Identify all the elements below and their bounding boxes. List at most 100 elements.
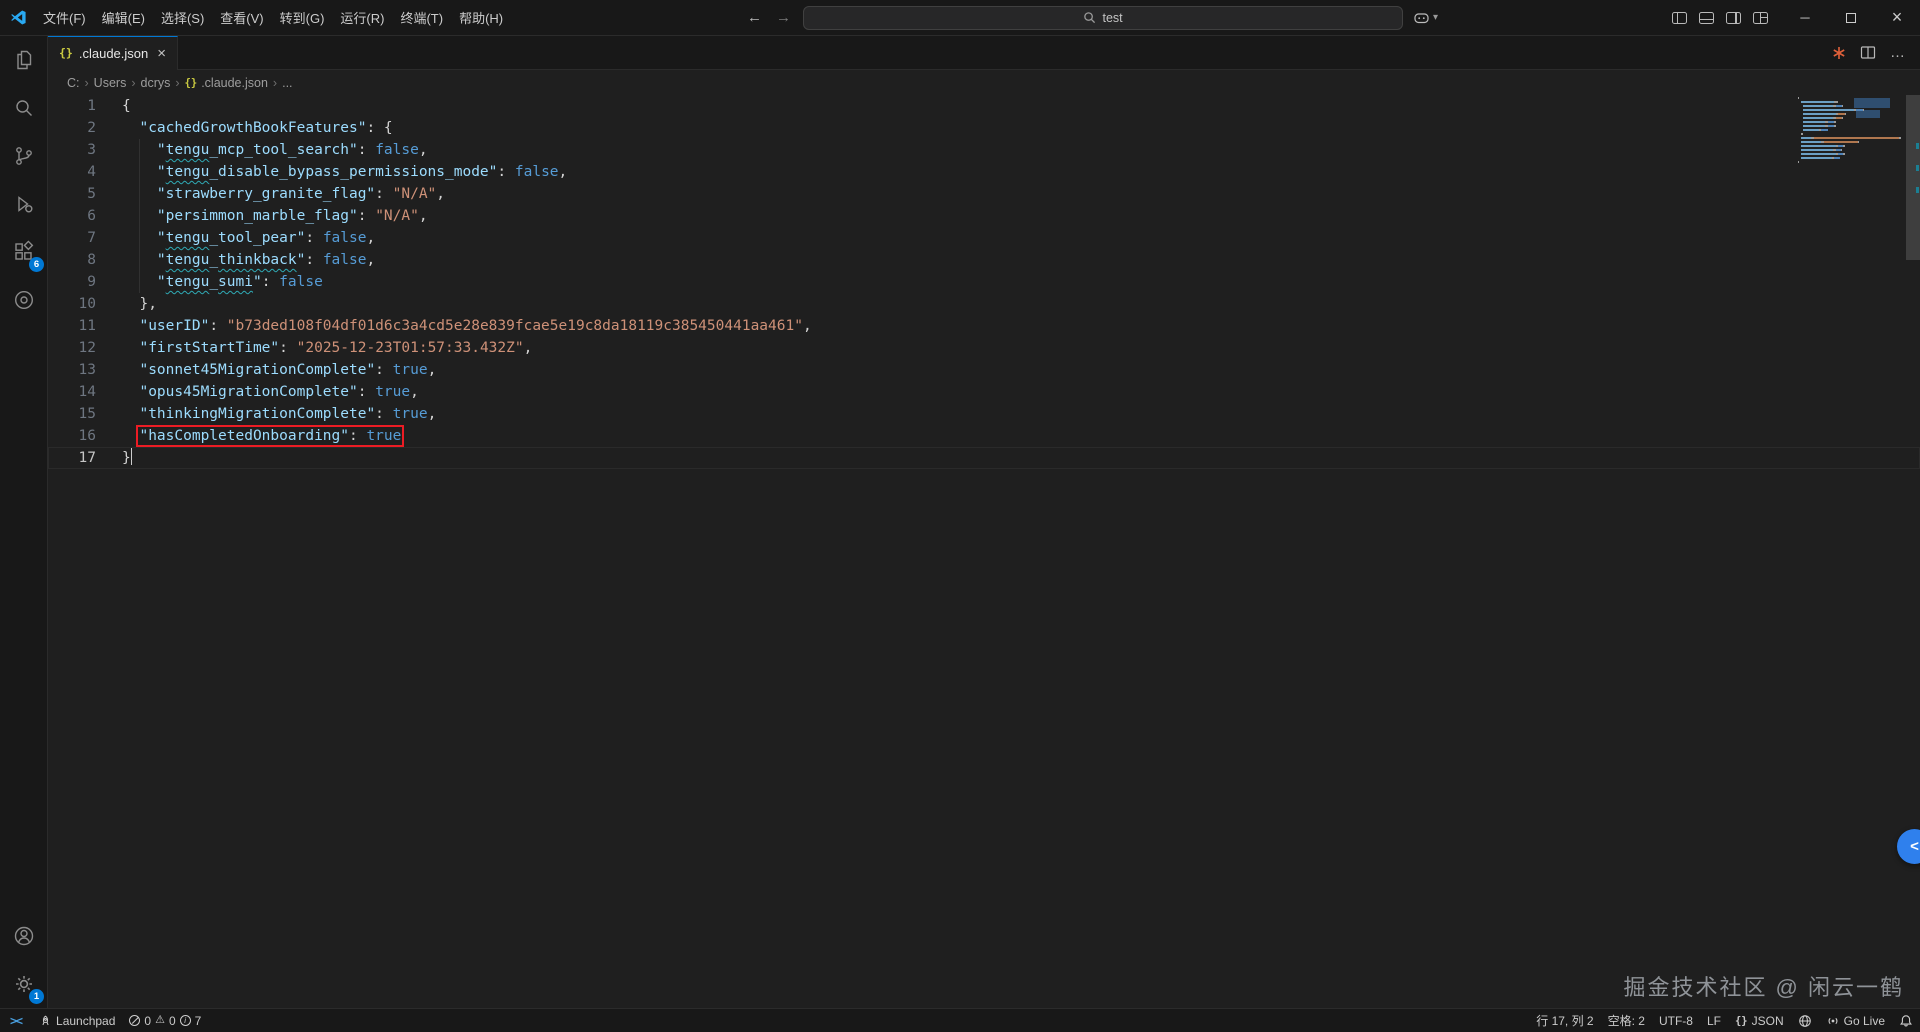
breadcrumb-item-1[interactable]: Users [94,76,127,90]
warnings-icon: ⚠ [155,1015,165,1026]
code-text: "persimmon_marble_flag": "N/A", [96,205,428,227]
menu-item-6[interactable]: 终端(T) [392,0,451,36]
toggle-sidebar-icon[interactable] [1672,12,1687,24]
indentation-setting[interactable]: 空格: 2 [1601,1009,1652,1032]
minimize-button[interactable]: ─ [1782,0,1828,36]
code-token: " [157,164,166,180]
code-line-8[interactable]: 8 "tengu_thinkback": false, [48,249,1920,271]
indent-guide [139,139,140,293]
minimap-token [1811,121,1825,123]
settings-button[interactable]: 1 [0,960,48,1008]
code-line-1[interactable]: 1{ [48,95,1920,117]
code-line-4[interactable]: 4 "tengu_disable_bypass_permissions_mode… [48,161,1920,183]
breadcrumb-item-3[interactable]: {}.claude.json [185,76,268,90]
asterisk-icon[interactable] [1832,46,1846,60]
line-number: 4 [48,161,96,183]
menu-item-3[interactable]: 查看(V) [212,0,271,36]
code-line-11[interactable]: 11 "userID": "b73ded108f04df01d6c3a4cd5e… [48,315,1920,337]
code-text: "thinkingMigrationComplete": true, [96,403,436,425]
code-line-13[interactable]: 13 "sonnet45MigrationComplete": true, [48,359,1920,381]
code-token: : [375,406,392,422]
maximize-button[interactable] [1828,0,1874,36]
breadcrumb-item-label: ... [282,76,292,90]
code-line-6[interactable]: 6 "persimmon_marble_flag": "N/A", [48,205,1920,227]
source-control-view-button[interactable] [0,132,48,180]
menu-item-4[interactable]: 转到(G) [272,0,333,36]
search-icon [12,96,36,120]
scrollbar-thumb[interactable] [1906,95,1920,260]
notifications-item[interactable] [1892,1009,1920,1032]
eol-setting[interactable]: LF [1700,1009,1728,1032]
launchpad-item[interactable]: Launchpad [32,1009,122,1032]
code-token: , [366,230,375,246]
accounts-button[interactable] [0,912,48,960]
toggle-panel-icon[interactable] [1699,12,1714,24]
customize-layout-icon[interactable] [1753,12,1768,24]
breadcrumb-separator-icon: › [85,76,89,90]
minimap[interactable] [1798,97,1904,187]
breadcrumb-item-4[interactable]: ... [282,76,292,90]
toggle-secondary-sidebar-icon[interactable] [1726,12,1741,24]
code-token: , [428,406,437,422]
run-debug-view-button[interactable] [0,180,48,228]
menu-item-7[interactable]: 帮助(H) [451,0,511,36]
menu-item-1[interactable]: 编辑(E) [94,0,153,36]
remote-indicator[interactable]: >< [0,1009,32,1032]
editor-scrollbar[interactable] [1906,95,1920,1008]
code-line-14[interactable]: 14 "opus45MigrationComplete": true, [48,381,1920,403]
minimap-token [1834,157,1839,159]
problems-indicator[interactable]: 0 ⚠ 0 i 7 [122,1009,208,1032]
breadcrumb-item-0[interactable]: C: [67,76,80,90]
split-editor-icon[interactable] [1860,45,1876,60]
minimap-token [1834,121,1835,123]
explorer-view-button[interactable] [0,36,48,84]
code-token: " [157,252,166,268]
extension-panel-button[interactable] [0,276,48,324]
maximize-icon [1846,13,1856,23]
menu-item-2[interactable]: 选择(S) [153,0,212,36]
code-line-10[interactable]: 10 }, [48,293,1920,315]
code-line-5[interactable]: 5 "strawberry_granite_flag": "N/A", [48,183,1920,205]
go-live-label: Go Live [1844,1014,1885,1028]
code-token: "persimmon_marble_flag" [157,208,358,224]
code-line-16[interactable]: 16 "hasCompletedOnboarding": true [48,425,1920,447]
tab-claude-json[interactable]: {} .claude.json × [48,36,178,69]
editor-column: {} .claude.json × … C:›Users›dcrys›{}.cl… [48,36,1920,1008]
go-live-item[interactable]: Go Live [1819,1009,1892,1032]
minimap-token [1899,137,1900,139]
code-token: tengu [166,252,210,268]
extensions-view-button[interactable]: 6 [0,228,48,276]
bell-icon [1899,1014,1913,1028]
encoding-setting[interactable]: UTF-8 [1652,1009,1700,1032]
menu-item-5[interactable]: 运行(R) [332,0,392,36]
titlebar-right: ─ × [1672,0,1920,36]
menu-item-0[interactable]: 文件(F) [35,0,94,36]
code-line-9[interactable]: 9 "tengu_sumi": false [48,271,1920,293]
breadcrumb-item-2[interactable]: dcrys [141,76,171,90]
minimap-token [1845,113,1846,115]
code-line-12[interactable]: 12 "firstStartTime": "2025-12-23T01:57:3… [48,337,1920,359]
code-line-2[interactable]: 2 "cachedGrowthBookFeatures": { [48,117,1920,139]
search-view-button[interactable] [0,84,48,132]
forward-arrow-icon[interactable]: → [774,9,793,26]
minimap-line [1798,109,1904,111]
language-mode[interactable]: {} JSON [1728,1009,1791,1032]
minimap-line [1798,97,1904,99]
tab-close-icon[interactable]: × [157,45,166,62]
back-arrow-icon[interactable]: ← [745,9,764,26]
close-button[interactable]: × [1874,0,1920,36]
titlebar-center: ← → test ▾ [511,6,1672,30]
copilot-menu[interactable]: ▾ [1413,11,1438,25]
browser-preview-item[interactable] [1791,1009,1819,1032]
cursor-position[interactable]: 行 17, 列 2 [1529,1009,1600,1032]
minimap-token [1801,157,1832,159]
command-center-search[interactable]: test [803,6,1403,30]
code-token: false [279,274,323,290]
code-line-17[interactable]: 17} [48,447,1920,469]
code-line-7[interactable]: 7 "tengu_tool_pear": false, [48,227,1920,249]
code-line-3[interactable]: 3 "tengu_mcp_tool_search": false, [48,139,1920,161]
more-actions-icon[interactable]: … [1890,44,1906,61]
code-line-15[interactable]: 15 "thinkingMigrationComplete": true, [48,403,1920,425]
code-token: true [393,362,428,378]
activity-bar: 6 1 [0,36,48,1008]
